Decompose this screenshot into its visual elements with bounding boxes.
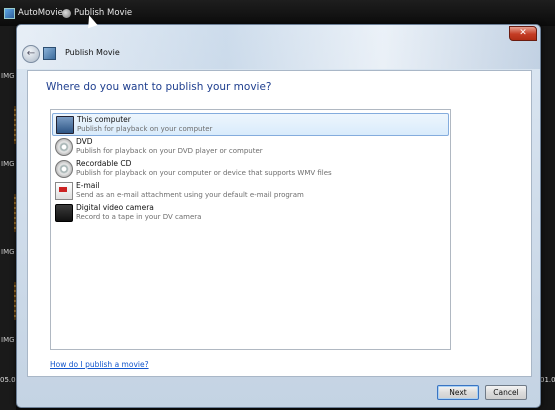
option-description: Publish for playback on your computer	[77, 125, 213, 133]
back-button[interactable]: ←	[22, 45, 40, 63]
clip-label: IMG	[1, 160, 15, 168]
dialog-titlebar	[17, 25, 540, 69]
dialog-title: Publish Movie	[65, 48, 120, 57]
option-dvd[interactable]: DVD Publish for playback on your DVD pla…	[52, 136, 447, 157]
video-camera-icon	[55, 204, 73, 222]
option-title: Recordable CD	[76, 159, 132, 168]
option-digital-video-camera[interactable]: Digital video camera Record to a tape in…	[52, 202, 447, 223]
storyboard-strip: IMG IMG IMG IMG	[0, 26, 20, 410]
publish-window-icon	[43, 47, 56, 60]
host-toolbar: AutoMovie Publish Movie	[0, 0, 555, 27]
option-title: This computer	[77, 115, 131, 124]
option-description: Record to a tape in your DV camera	[76, 213, 202, 221]
next-button[interactable]: Next	[437, 385, 479, 400]
publish-movie-label: Publish Movie	[74, 8, 133, 18]
clip-label: IMG	[1, 248, 15, 256]
wizard-content: Where do you want to publish your movie?…	[27, 70, 532, 377]
preview-edge	[540, 26, 555, 410]
clip-label: IMG	[1, 72, 15, 80]
automovie-icon	[4, 7, 15, 19]
publish-movie-button[interactable]: Publish Movie	[62, 6, 132, 20]
automovie-button[interactable]: AutoMovie	[4, 6, 63, 20]
option-description: Publish for playback on your DVD player …	[76, 147, 263, 155]
option-email[interactable]: E-mail Send as an e-mail attachment usin…	[52, 180, 447, 201]
publish-icon	[62, 8, 71, 18]
automovie-label: AutoMovie	[18, 8, 63, 18]
page-heading: Where do you want to publish your movie?	[46, 81, 272, 93]
option-title: Digital video camera	[76, 203, 154, 212]
cd-disc-icon	[55, 160, 73, 178]
option-description: Publish for playback on your computer or…	[76, 169, 332, 177]
option-this-computer[interactable]: This computer Publish for playback on yo…	[52, 113, 449, 136]
close-button[interactable]: ✕	[509, 26, 537, 41]
cancel-button[interactable]: Cancel	[485, 385, 527, 400]
email-icon	[55, 182, 73, 200]
option-recordable-cd[interactable]: Recordable CD Publish for playback on yo…	[52, 158, 447, 179]
option-description: Send as an e-mail attachment using your …	[76, 191, 304, 199]
clip-label: IMG	[1, 336, 15, 344]
publish-movie-dialog: ✕ ← Publish Movie Where do you want to p…	[16, 24, 541, 408]
option-title: E-mail	[76, 181, 100, 190]
option-title: DVD	[76, 137, 93, 146]
destination-list[interactable]: This computer Publish for playback on yo…	[50, 109, 451, 350]
timeline-time-right: 01.00	[540, 376, 555, 384]
help-link[interactable]: How do I publish a movie?	[50, 360, 149, 369]
computer-icon	[56, 116, 74, 134]
dvd-disc-icon	[55, 138, 73, 156]
